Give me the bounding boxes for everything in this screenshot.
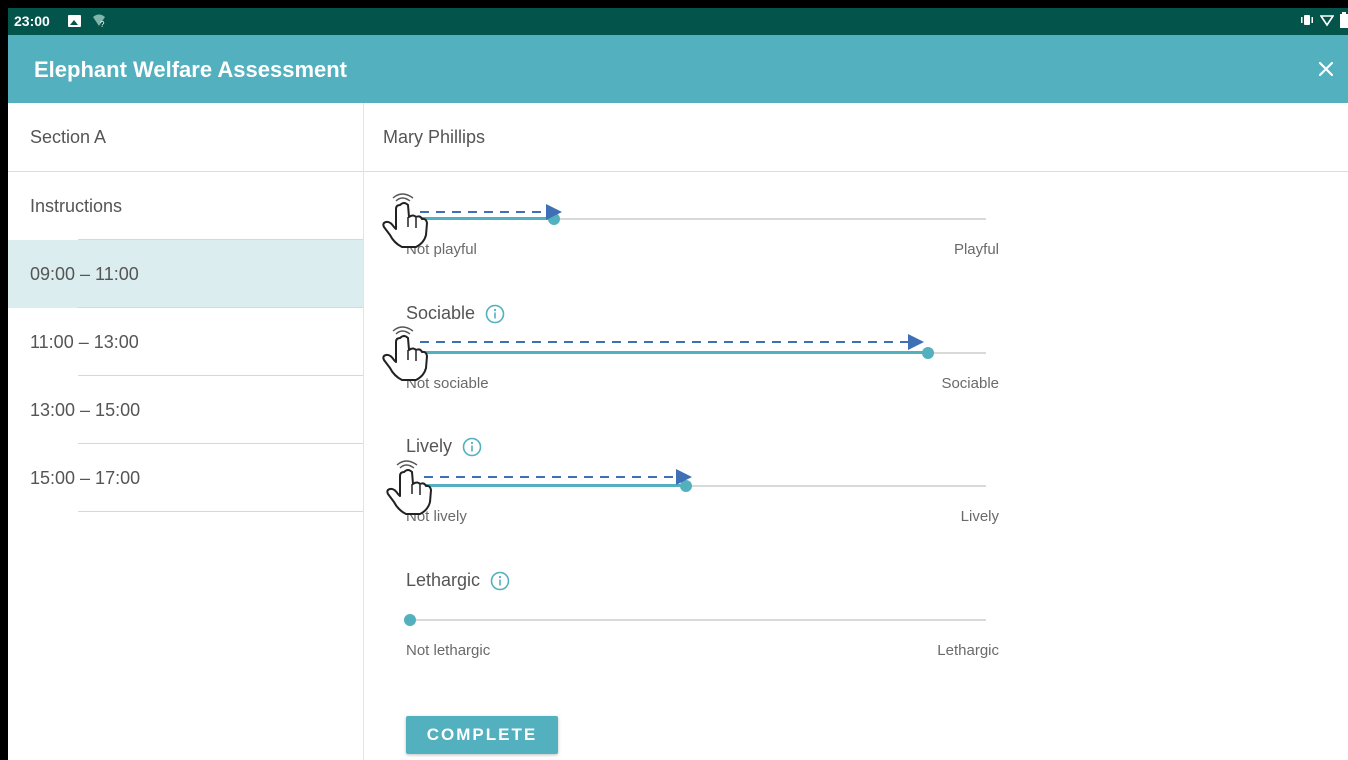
- slider-thumb[interactable]: [404, 614, 416, 626]
- question-title-text: Lethargic: [406, 570, 481, 590]
- main-header: Mary Phillips: [364, 103, 1348, 172]
- close-icon: [1318, 61, 1334, 77]
- slider-low-label: Not playful: [406, 241, 477, 258]
- slider-high-label: Playful: [953, 241, 999, 258]
- status-right-icons: [1300, 12, 1348, 28]
- slider-thumb[interactable]: [922, 347, 935, 359]
- slider-high-label: Lethargic: [937, 642, 999, 659]
- sidebar: Section A Instructions 09:00 – 11:00 11:…: [8, 103, 364, 760]
- slider-low-label: Not lethargic: [406, 642, 491, 659]
- question-title-text: Lively: [406, 436, 453, 456]
- status-bar: 23:00 ?: [8, 8, 1348, 35]
- info-icon[interactable]: [485, 304, 505, 324]
- battery-icon: [1340, 12, 1348, 28]
- sidebar-item-0900-1100[interactable]: 09:00 – 11:00: [8, 240, 363, 308]
- sidebar-item-label: 13:00 – 15:00: [30, 400, 141, 420]
- question-title: Lethargic: [406, 570, 510, 591]
- sidebar-item-1500-1700[interactable]: 15:00 – 17:00: [8, 444, 363, 512]
- sidebar-item-1100-1300[interactable]: 11:00 – 13:00: [8, 308, 363, 376]
- sidebar-item-instructions[interactable]: Instructions: [8, 172, 363, 240]
- assessor-name: Mary Phillips: [383, 127, 486, 147]
- complete-button[interactable]: COMPLETE: [406, 716, 558, 754]
- sociable-slider[interactable]: [410, 343, 986, 363]
- sidebar-item-1300-1500[interactable]: 13:00 – 15:00: [8, 376, 363, 444]
- close-button[interactable]: [1312, 55, 1340, 83]
- question-title: Lively: [406, 436, 482, 457]
- lively-slider[interactable]: [410, 476, 986, 496]
- slider-low-label: Not sociable: [406, 375, 489, 392]
- playful-slider[interactable]: [410, 209, 986, 229]
- divider: [78, 511, 363, 512]
- status-time: 23:00: [14, 13, 50, 29]
- slider-high-label: Lively: [960, 508, 999, 525]
- sidebar-item-label: 15:00 – 17:00: [30, 468, 141, 488]
- vibrate-icon: [1301, 15, 1313, 25]
- info-icon[interactable]: [490, 571, 510, 591]
- section-header: Section A: [8, 103, 363, 172]
- app-title: Elephant Welfare Assessment: [34, 57, 348, 82]
- image-notification-icon: [68, 15, 81, 27]
- lethargic-slider[interactable]: [404, 610, 986, 630]
- app-bar: Elephant Welfare Assessment: [8, 35, 1348, 103]
- slider-thumb[interactable]: [548, 213, 560, 225]
- device-screen: 23:00 ? Elephant Welfare Assessment Sect…: [8, 8, 1348, 760]
- question-title-text: Sociable: [406, 303, 476, 323]
- main-panel: Mary Phillips Not playful Playful Sociab…: [364, 103, 1348, 760]
- slider-fill: [410, 484, 687, 487]
- sidebar-item-label: 11:00 – 13:00: [30, 332, 139, 352]
- slider-track: [410, 619, 986, 621]
- slider-fill: [410, 217, 554, 220]
- slider-high-label: Sociable: [941, 375, 999, 392]
- sidebar-item-label: Instructions: [30, 196, 123, 216]
- section-label: Section A: [30, 127, 107, 147]
- sidebar-item-label: 09:00 – 11:00: [30, 264, 139, 284]
- signal-icon: [1320, 15, 1334, 27]
- slider-fill: [410, 351, 929, 354]
- slider-low-label: Not lively: [406, 508, 467, 525]
- svg-text:?: ?: [100, 20, 105, 28]
- wifi-question-icon: ?: [92, 12, 106, 33]
- question-title: Sociable: [406, 303, 505, 324]
- slider-thumb[interactable]: [680, 480, 693, 492]
- info-icon[interactable]: [462, 437, 482, 457]
